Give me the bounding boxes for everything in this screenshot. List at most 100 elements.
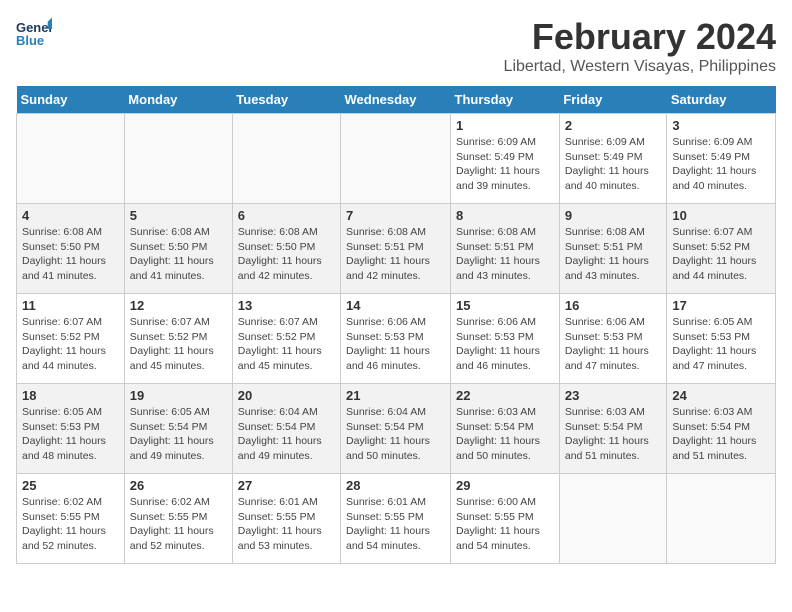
- day-info: Sunrise: 6:04 AMSunset: 5:54 PMDaylight:…: [346, 405, 445, 464]
- day-number: 23: [565, 388, 662, 403]
- day-info: Sunrise: 6:06 AMSunset: 5:53 PMDaylight:…: [565, 315, 662, 374]
- day-number: 19: [130, 388, 227, 403]
- calendar-cell: 3Sunrise: 6:09 AMSunset: 5:49 PMDaylight…: [667, 114, 776, 204]
- day-info: Sunrise: 6:07 AMSunset: 5:52 PMDaylight:…: [130, 315, 227, 374]
- day-info: Sunrise: 6:02 AMSunset: 5:55 PMDaylight:…: [130, 495, 227, 554]
- day-info: Sunrise: 6:04 AMSunset: 5:54 PMDaylight:…: [238, 405, 335, 464]
- day-number: 18: [22, 388, 119, 403]
- month-title: February 2024: [504, 16, 776, 58]
- day-info: Sunrise: 6:08 AMSunset: 5:50 PMDaylight:…: [130, 225, 227, 284]
- calendar-cell: 29 Sunrise: 6:00 AMSunset: 5:55 PMDayligh…: [451, 474, 560, 564]
- day-number: 25: [22, 478, 119, 493]
- calendar-cell: 1 Sunrise: 6:09 AMSunset: 5:49 PMDaylight…: [451, 114, 560, 204]
- header-thursday: Thursday: [451, 86, 560, 114]
- calendar-header-row: SundayMondayTuesdayWednesdayThursdayFrid…: [17, 86, 776, 114]
- day-number: 26: [130, 478, 227, 493]
- day-info: Sunrise: 6:08 AMSunset: 5:51 PMDaylight:…: [346, 225, 445, 284]
- svg-text:Blue: Blue: [16, 33, 44, 48]
- calendar-week-row: 1 Sunrise: 6:09 AMSunset: 5:49 PMDaylight…: [17, 114, 776, 204]
- day-info: Sunrise: 6:05 AMSunset: 5:53 PMDaylight:…: [22, 405, 119, 464]
- day-number: 13: [238, 298, 335, 313]
- header-sunday: Sunday: [17, 86, 125, 114]
- day-info: Sunrise: 6:08 AMSunset: 5:50 PMDaylight:…: [22, 225, 119, 284]
- calendar-cell: 19 Sunrise: 6:05 AMSunset: 5:54 PMDayligh…: [124, 384, 232, 474]
- day-number: 15: [456, 298, 554, 313]
- calendar-cell: 26 Sunrise: 6:02 AMSunset: 5:55 PMDayligh…: [124, 474, 232, 564]
- calendar-cell: 27 Sunrise: 6:01 AMSunset: 5:55 PMDayligh…: [232, 474, 340, 564]
- calendar-cell: [232, 114, 340, 204]
- calendar-cell: 25 Sunrise: 6:02 AMSunset: 5:55 PMDayligh…: [17, 474, 125, 564]
- calendar-cell: 9 Sunrise: 6:08 AMSunset: 5:51 PMDaylight…: [559, 204, 667, 294]
- header-wednesday: Wednesday: [341, 86, 451, 114]
- day-number: 24: [672, 388, 770, 403]
- day-number: 14: [346, 298, 445, 313]
- calendar-cell: 12 Sunrise: 6:07 AMSunset: 5:52 PMDayligh…: [124, 294, 232, 384]
- day-info: Sunrise: 6:08 AMSunset: 5:51 PMDaylight:…: [565, 225, 662, 284]
- calendar-cell: 15Sunrise: 6:06 AMSunset: 5:53 PMDayligh…: [451, 294, 560, 384]
- day-info: Sunrise: 6:00 AMSunset: 5:55 PMDaylight:…: [456, 495, 554, 554]
- day-info: Sunrise: 6:02 AMSunset: 5:55 PMDaylight:…: [22, 495, 119, 554]
- calendar-cell: 18 Sunrise: 6:05 AMSunset: 5:53 PMDayligh…: [17, 384, 125, 474]
- day-number: 11: [22, 298, 119, 313]
- calendar-cell: 8 Sunrise: 6:08 AMSunset: 5:51 PMDaylight…: [451, 204, 560, 294]
- day-number: 20: [238, 388, 335, 403]
- day-number: 29: [456, 478, 554, 493]
- header-monday: Monday: [124, 86, 232, 114]
- calendar-cell: 28 Sunrise: 6:01 AMSunset: 5:55 PMDayligh…: [341, 474, 451, 564]
- day-info: Sunrise: 6:09 AMSunset: 5:49 PMDaylight:…: [456, 135, 554, 194]
- calendar-table: SundayMondayTuesdayWednesdayThursdayFrid…: [16, 86, 776, 564]
- day-info: Sunrise: 6:09 AMSunset: 5:49 PMDaylight:…: [672, 135, 770, 194]
- day-info: Sunrise: 6:07 AMSunset: 5:52 PMDaylight:…: [672, 225, 770, 284]
- day-info: Sunrise: 6:01 AMSunset: 5:55 PMDaylight:…: [346, 495, 445, 554]
- day-number: 27: [238, 478, 335, 493]
- day-info: Sunrise: 6:08 AMSunset: 5:50 PMDaylight:…: [238, 225, 335, 284]
- calendar-cell: 16Sunrise: 6:06 AMSunset: 5:53 PMDayligh…: [559, 294, 667, 384]
- day-number: 12: [130, 298, 227, 313]
- day-info: Sunrise: 6:09 AMSunset: 5:49 PMDaylight:…: [565, 135, 662, 194]
- calendar-cell: 7 Sunrise: 6:08 AMSunset: 5:51 PMDaylight…: [341, 204, 451, 294]
- day-number: 17: [672, 298, 770, 313]
- calendar-week-row: 11 Sunrise: 6:07 AMSunset: 5:52 PMDayligh…: [17, 294, 776, 384]
- day-number: 21: [346, 388, 445, 403]
- title-area: February 2024 Libertad, Western Visayas,…: [504, 16, 776, 76]
- day-info: Sunrise: 6:05 AMSunset: 5:53 PMDaylight:…: [672, 315, 770, 374]
- calendar-cell: 17 Sunrise: 6:05 AMSunset: 5:53 PMDayligh…: [667, 294, 776, 384]
- calendar-cell: [124, 114, 232, 204]
- day-info: Sunrise: 6:03 AMSunset: 5:54 PMDaylight:…: [672, 405, 770, 464]
- calendar-cell: 23 Sunrise: 6:03 AMSunset: 5:54 PMDayligh…: [559, 384, 667, 474]
- day-info: Sunrise: 6:05 AMSunset: 5:54 PMDaylight:…: [130, 405, 227, 464]
- calendar-cell: 14 Sunrise: 6:06 AMSunset: 5:53 PMDayligh…: [341, 294, 451, 384]
- day-number: 10: [672, 208, 770, 223]
- day-number: 4: [22, 208, 119, 223]
- day-number: 1: [456, 118, 554, 133]
- day-number: 8: [456, 208, 554, 223]
- calendar-cell: [559, 474, 667, 564]
- location-subtitle: Libertad, Western Visayas, Philippines: [504, 58, 776, 76]
- calendar-week-row: 25 Sunrise: 6:02 AMSunset: 5:55 PMDayligh…: [17, 474, 776, 564]
- calendar-cell: 2 Sunrise: 6:09 AMSunset: 5:49 PMDaylight…: [559, 114, 667, 204]
- logo: General Blue: [16, 16, 52, 52]
- header-saturday: Saturday: [667, 86, 776, 114]
- day-info: Sunrise: 6:01 AMSunset: 5:55 PMDaylight:…: [238, 495, 335, 554]
- calendar-cell: [667, 474, 776, 564]
- day-info: Sunrise: 6:06 AMSunset: 5:53 PMDaylight:…: [346, 315, 445, 374]
- day-number: 5: [130, 208, 227, 223]
- day-number: 9: [565, 208, 662, 223]
- calendar-cell: 4 Sunrise: 6:08 AMSunset: 5:50 PMDaylight…: [17, 204, 125, 294]
- calendar-cell: 11Sunrise: 6:07 AMSunset: 5:52 PMDayligh…: [17, 294, 125, 384]
- day-number: 22: [456, 388, 554, 403]
- page-header: General Blue February 2024 Libertad, Wes…: [16, 16, 776, 76]
- calendar-cell: 21 Sunrise: 6:04 AMSunset: 5:54 PMDayligh…: [341, 384, 451, 474]
- day-info: Sunrise: 6:07 AMSunset: 5:52 PMDaylight:…: [238, 315, 335, 374]
- calendar-cell: 13 Sunrise: 6:07 AMSunset: 5:52 PMDayligh…: [232, 294, 340, 384]
- day-info: Sunrise: 6:03 AMSunset: 5:54 PMDaylight:…: [456, 405, 554, 464]
- header-tuesday: Tuesday: [232, 86, 340, 114]
- calendar-cell: 5 Sunrise: 6:08 AMSunset: 5:50 PMDaylight…: [124, 204, 232, 294]
- day-number: 28: [346, 478, 445, 493]
- header-friday: Friday: [559, 86, 667, 114]
- day-number: 2: [565, 118, 662, 133]
- day-info: Sunrise: 6:08 AMSunset: 5:51 PMDaylight:…: [456, 225, 554, 284]
- day-info: Sunrise: 6:03 AMSunset: 5:54 PMDaylight:…: [565, 405, 662, 464]
- day-number: 7: [346, 208, 445, 223]
- calendar-cell: 6Sunrise: 6:08 AMSunset: 5:50 PMDaylight…: [232, 204, 340, 294]
